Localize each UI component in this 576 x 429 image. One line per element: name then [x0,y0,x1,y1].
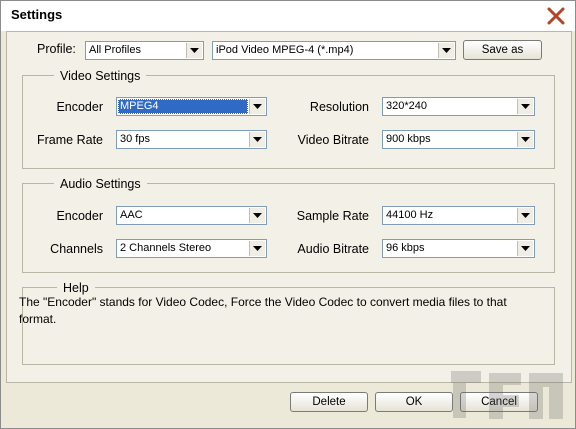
chevron-down-icon[interactable] [517,241,533,256]
profile-category-select[interactable]: All Profiles [85,41,204,60]
video-bitrate-label: Video Bitrate [297,133,369,147]
profile-label: Profile: [37,42,76,56]
profile-category-value: All Profiles [89,44,141,56]
delete-button[interactable]: Delete [290,392,368,412]
video-encoder-label: Encoder [56,100,103,114]
help-legend: Help [57,281,95,295]
frame-rate-label: Frame Rate [37,133,103,147]
resolution-label: Resolution [309,100,369,114]
audio-encoder-value: AAC [120,209,143,221]
audio-bitrate-select[interactable]: 96 kbps [382,239,535,258]
save-as-button[interactable]: Save as [463,40,542,60]
dialog-title: Settings [11,7,63,22]
audio-encoder-label: Encoder [56,209,103,223]
close-button[interactable] [545,5,567,27]
video-settings-legend: Video Settings [54,69,147,83]
profile-format-select[interactable]: iPod Video MPEG-4 (*.mp4) [212,41,456,60]
settings-dialog: Settings Profile: All Profiles iPod Vide… [0,0,576,429]
audio-bitrate-label: Audio Bitrate [297,242,369,256]
sample-rate-value: 44100 Hz [386,209,434,221]
help-text: The "Encoder" stands for Video Codec, Fo… [19,295,507,326]
video-settings-group [22,75,555,169]
sample-rate-label: Sample Rate [296,209,369,223]
audio-bitrate-value: 96 kbps [386,242,425,254]
chevron-down-icon[interactable] [517,132,533,147]
close-icon [547,7,565,25]
chevron-down-icon[interactable] [249,208,265,223]
channels-label: Channels [50,242,103,256]
video-bitrate-value: 900 kbps [386,133,431,145]
chevron-down-icon[interactable] [438,43,454,58]
watermark-logo [451,371,563,419]
chevron-down-icon[interactable] [517,208,533,223]
chevron-down-icon[interactable] [249,132,265,147]
settings-panel: Profile: All Profiles iPod Video MPEG-4 … [6,31,572,383]
video-encoder-value: MPEG4 [118,99,248,114]
video-bitrate-select[interactable]: 900 kbps [382,130,535,149]
chevron-down-icon[interactable] [517,99,533,114]
sample-rate-select[interactable]: 44100 Hz [382,206,535,225]
video-encoder-select[interactable]: MPEG4 [116,97,267,116]
channels-value: 2 Channels Stereo [120,242,212,254]
title-bar: Settings [1,1,575,31]
resolution-value: 320*240 [386,100,427,112]
chevron-down-icon[interactable] [249,241,265,256]
resolution-select[interactable]: 320*240 [382,97,535,116]
channels-select[interactable]: 2 Channels Stereo [116,239,267,258]
frame-rate-select[interactable]: 30 fps [116,130,267,149]
audio-encoder-select[interactable]: AAC [116,206,267,225]
chevron-down-icon[interactable] [249,99,265,114]
audio-settings-group [22,183,555,273]
chevron-down-icon[interactable] [186,43,202,58]
profile-format-value: iPod Video MPEG-4 (*.mp4) [216,44,354,56]
frame-rate-value: 30 fps [120,133,150,145]
audio-settings-legend: Audio Settings [54,177,147,191]
